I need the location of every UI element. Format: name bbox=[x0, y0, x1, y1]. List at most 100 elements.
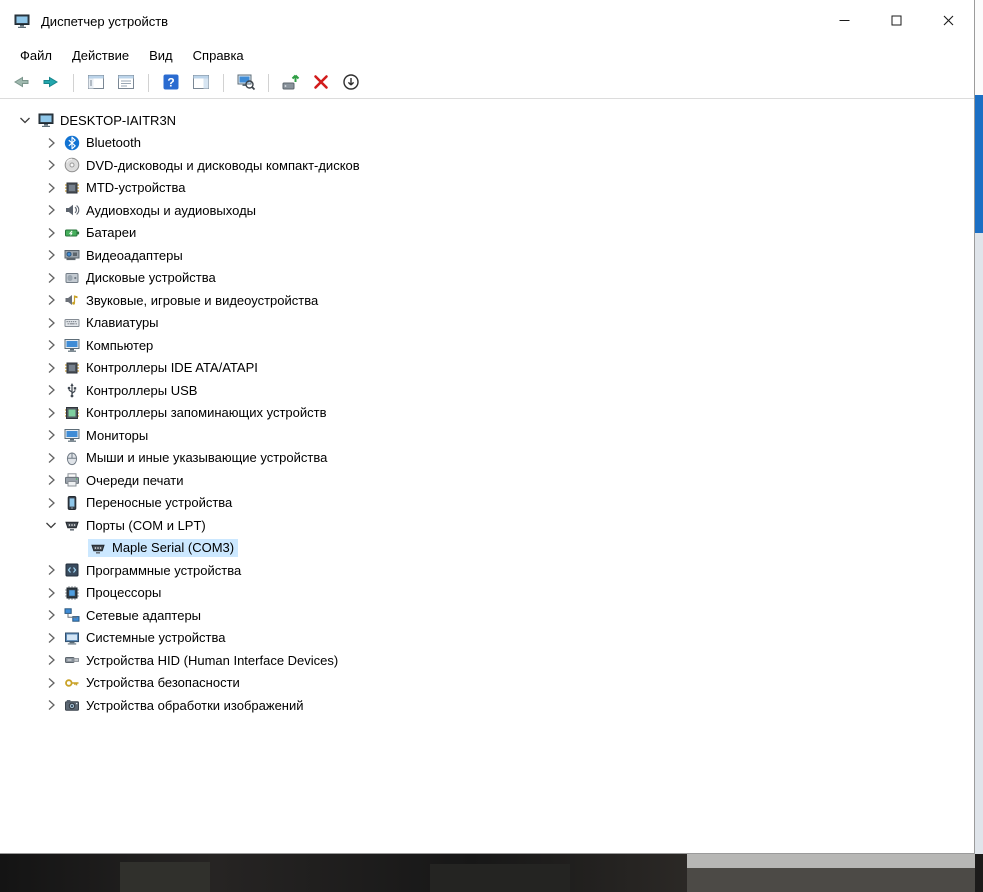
chevron-collapsed-icon[interactable] bbox=[40, 270, 62, 286]
tree-item-hid-devices[interactable]: Устройства HID (Human Interface Devices) bbox=[0, 649, 974, 672]
tree-item-body[interactable]: Контроллеры запоминающих устройств bbox=[62, 404, 330, 422]
tree-item-body[interactable]: Контроллеры IDE ATA/ATAPI bbox=[62, 359, 262, 377]
chevron-collapsed-icon[interactable] bbox=[40, 630, 62, 646]
tree-item-dvd-drives[interactable]: DVD-дисководы и дисководы компакт-дисков bbox=[0, 154, 974, 177]
minimize-button[interactable] bbox=[818, 0, 870, 42]
tree-item-body[interactable]: Переносные устройства bbox=[62, 494, 236, 512]
chevron-collapsed-icon[interactable] bbox=[40, 382, 62, 398]
tree-item-body[interactable]: Мыши и иные указывающие устройства bbox=[62, 449, 331, 467]
properties-button[interactable] bbox=[113, 70, 139, 96]
chevron-collapsed-icon[interactable] bbox=[40, 315, 62, 331]
tree-item-body[interactable]: DVD-дисководы и дисководы компакт-дисков bbox=[62, 156, 364, 174]
chevron-collapsed-icon[interactable] bbox=[40, 607, 62, 623]
tree-item-body[interactable]: DESKTOP-IAITR3N bbox=[36, 111, 180, 129]
show-console-tree-button[interactable] bbox=[83, 70, 109, 96]
chevron-collapsed-icon[interactable] bbox=[40, 652, 62, 668]
chevron-collapsed-icon[interactable] bbox=[40, 427, 62, 443]
tree-item-body[interactable]: Устройства обработки изображений bbox=[62, 696, 308, 714]
uninstall-device-button[interactable] bbox=[308, 70, 334, 96]
chevron-expanded-icon[interactable] bbox=[14, 112, 36, 128]
tree-item-network-adapters[interactable]: Сетевые адаптеры bbox=[0, 604, 974, 627]
scan-hardware-button[interactable] bbox=[233, 70, 259, 96]
chevron-collapsed-icon[interactable] bbox=[40, 405, 62, 421]
chevron-collapsed-icon[interactable] bbox=[40, 360, 62, 376]
disable-device-button[interactable] bbox=[338, 70, 364, 96]
tree-item-body[interactable]: Батареи bbox=[62, 224, 140, 242]
tree-item-storage-controllers[interactable]: Контроллеры запоминающих устройств bbox=[0, 402, 974, 425]
tree-item-body[interactable]: Контроллеры USB bbox=[62, 381, 201, 399]
back-button[interactable] bbox=[8, 70, 34, 96]
tree-item-software-devices[interactable]: Программные устройства bbox=[0, 559, 974, 582]
menu-file[interactable]: Файл bbox=[10, 45, 62, 66]
action-pane-button[interactable] bbox=[188, 70, 214, 96]
chevron-collapsed-icon[interactable] bbox=[40, 157, 62, 173]
forward-button[interactable] bbox=[38, 70, 64, 96]
chevron-collapsed-icon[interactable] bbox=[40, 675, 62, 691]
tree-item-body[interactable]: Видеоадаптеры bbox=[62, 246, 187, 264]
chevron-collapsed-icon[interactable] bbox=[40, 585, 62, 601]
tree-item-monitors[interactable]: Мониторы bbox=[0, 424, 974, 447]
tree-item-print-queues[interactable]: Очереди печати bbox=[0, 469, 974, 492]
tree-item-body[interactable]: Звуковые, игровые и видеоустройства bbox=[62, 291, 322, 309]
tree-item-system-devices[interactable]: Системные устройства bbox=[0, 627, 974, 650]
tree-item-security-devices[interactable]: Устройства безопасности bbox=[0, 672, 974, 695]
chevron-collapsed-icon[interactable] bbox=[40, 202, 62, 218]
tree-item-keyboards[interactable]: Клавиатуры bbox=[0, 312, 974, 335]
close-button[interactable] bbox=[922, 0, 974, 42]
chevron-collapsed-icon[interactable] bbox=[40, 337, 62, 353]
maximize-button[interactable] bbox=[870, 0, 922, 42]
tree-item-body[interactable]: Очереди печати bbox=[62, 471, 188, 489]
tree-item-body[interactable]: Порты (COM и LPT) bbox=[62, 516, 210, 534]
tree-item-body[interactable]: Программные устройства bbox=[62, 561, 245, 579]
tree-item-disk-devices[interactable]: Дисковые устройства bbox=[0, 267, 974, 290]
tree-item-body[interactable]: Компьютер bbox=[62, 336, 157, 354]
tree-item-body[interactable]: Maple Serial (COM3) bbox=[88, 538, 239, 557]
chevron-collapsed-icon[interactable] bbox=[40, 450, 62, 466]
tree-item-usb-controllers[interactable]: Контроллеры USB bbox=[0, 379, 974, 402]
chevron-collapsed-icon[interactable] bbox=[40, 247, 62, 263]
tree-item-computer[interactable]: Компьютер bbox=[0, 334, 974, 357]
help-button[interactable]: ? bbox=[158, 70, 184, 96]
tree-item-ide-controllers[interactable]: Контроллеры IDE ATA/ATAPI bbox=[0, 357, 974, 380]
menu-action[interactable]: Действие bbox=[62, 45, 139, 66]
tree-item-body[interactable]: Системные устройства bbox=[62, 629, 229, 647]
chevron-collapsed-icon[interactable] bbox=[40, 292, 62, 308]
chevron-collapsed-icon[interactable] bbox=[40, 135, 62, 151]
tree-item-body[interactable]: Клавиатуры bbox=[62, 314, 163, 332]
tree-item-body[interactable]: Bluetooth bbox=[62, 134, 145, 152]
chevron-collapsed-icon[interactable] bbox=[40, 697, 62, 713]
tree-item-bluetooth[interactable]: Bluetooth bbox=[0, 132, 974, 155]
titlebar[interactable]: Диспетчер устройств bbox=[0, 0, 974, 42]
chevron-collapsed-icon[interactable] bbox=[40, 180, 62, 196]
chevron-collapsed-icon[interactable] bbox=[40, 225, 62, 241]
tree-item-portable-devices[interactable]: Переносные устройства bbox=[0, 492, 974, 515]
tree-item-ports-com-lpt[interactable]: Порты (COM и LPT) bbox=[0, 514, 974, 537]
tree-item-maple-serial-com3[interactable]: Maple Serial (COM3) bbox=[0, 537, 974, 560]
tree-item-imaging-devices[interactable]: Устройства обработки изображений bbox=[0, 694, 974, 717]
tree-item-body[interactable]: Процессоры bbox=[62, 584, 165, 602]
tree-item-batteries[interactable]: Батареи bbox=[0, 222, 974, 245]
tree-item-body[interactable]: MTD-устройства bbox=[62, 179, 189, 197]
tree-item-body[interactable]: Устройства безопасности bbox=[62, 674, 244, 692]
tree-item-label: Сетевые адаптеры bbox=[86, 607, 202, 623]
tree-item-body[interactable]: Дисковые устройства bbox=[62, 269, 220, 287]
tree-item-mice[interactable]: Мыши и иные указывающие устройства bbox=[0, 447, 974, 470]
menu-help[interactable]: Справка bbox=[183, 45, 254, 66]
tree-item-body[interactable]: Мониторы bbox=[62, 426, 152, 444]
tree-item-body[interactable]: Сетевые адаптеры bbox=[62, 606, 205, 624]
menu-view[interactable]: Вид bbox=[139, 45, 183, 66]
tree-item-sound-game-video[interactable]: Звуковые, игровые и видеоустройства bbox=[0, 289, 974, 312]
tree-item-body[interactable]: Устройства HID (Human Interface Devices) bbox=[62, 651, 342, 669]
chevron-collapsed-icon[interactable] bbox=[40, 472, 62, 488]
tree-item-audio-inputs-outputs[interactable]: Аудиовходы и аудиовыходы bbox=[0, 199, 974, 222]
chevron-collapsed-icon[interactable] bbox=[40, 495, 62, 511]
tree-item-video-adapters[interactable]: Видеоадаптеры bbox=[0, 244, 974, 267]
update-driver-button[interactable] bbox=[278, 70, 304, 96]
tree-item-mtd-devices[interactable]: MTD-устройства bbox=[0, 177, 974, 200]
chevron-collapsed-icon[interactable] bbox=[40, 562, 62, 578]
tree-item-body[interactable]: Аудиовходы и аудиовыходы bbox=[62, 201, 260, 219]
chevron-expanded-icon[interactable] bbox=[40, 517, 62, 533]
tree-item-desktop-iaitr3n[interactable]: DESKTOP-IAITR3N bbox=[0, 109, 974, 132]
tree-item-processors[interactable]: Процессоры bbox=[0, 582, 974, 605]
window-title: Диспетчер устройств bbox=[41, 13, 169, 29]
